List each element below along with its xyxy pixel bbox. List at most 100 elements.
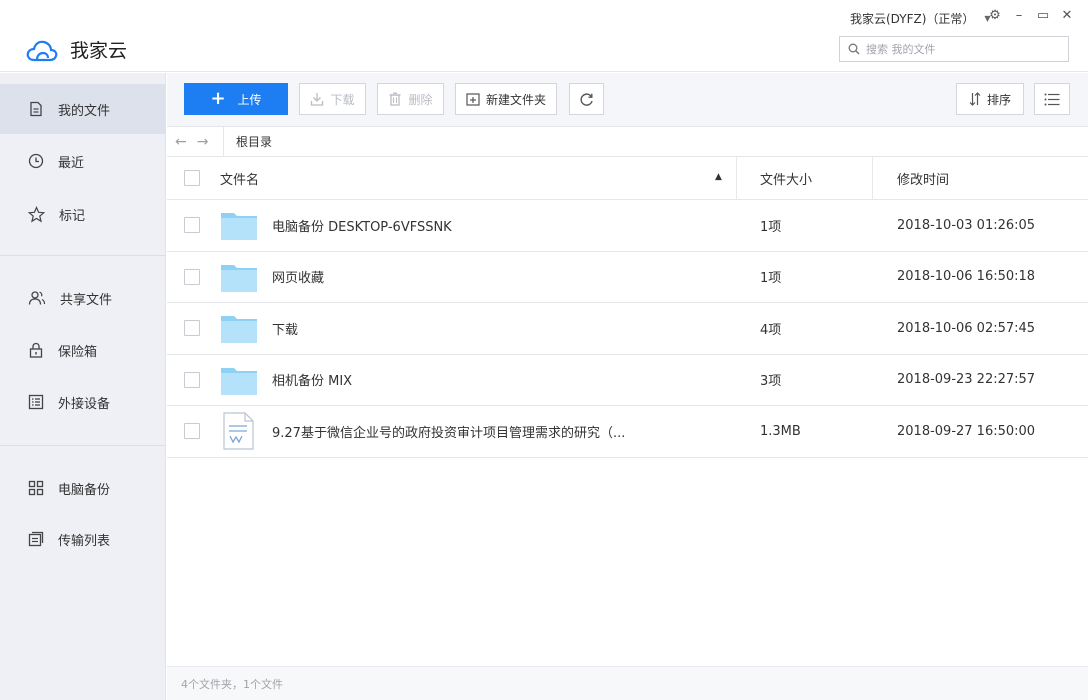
folder-icon [221, 316, 257, 344]
breadcrumb-bar: ← → 根目录 [167, 126, 1088, 157]
list-view-icon [1044, 93, 1060, 105]
sidebar-item-label: 共享文件 [60, 292, 113, 308]
forward-arrow-icon[interactable]: → [197, 134, 209, 150]
header-time[interactable]: 修改时间 [897, 157, 949, 199]
account-menu[interactable]: 我家云(DYFZ)（正常） ▼ [850, 10, 991, 27]
row-checkbox[interactable] [184, 217, 200, 234]
row-size-cell: 3项 [760, 355, 781, 406]
row-checkbox[interactable] [184, 371, 200, 388]
row-check-cell [184, 252, 200, 303]
folder-icon [221, 264, 257, 292]
sidebar-item-recent[interactable]: 最近 [0, 136, 166, 186]
sort-label: 排序 [986, 92, 1011, 107]
refresh-icon [580, 92, 593, 106]
row-time-cell: 2018-10-06 02:57:45 [897, 303, 1035, 354]
row-size-cell: 1.3MB [760, 406, 801, 457]
file-name: 下载 [272, 322, 299, 338]
header-size-label: 文件大小 [760, 172, 813, 188]
row-size-cell: 1项 [760, 252, 781, 303]
maximize-icon[interactable]: ▭ [1036, 8, 1050, 24]
file-size: 1项 [760, 271, 782, 287]
new-folder-icon [466, 93, 480, 106]
list-icon [28, 394, 44, 410]
search-icon [848, 43, 860, 55]
minimize-icon[interactable]: – [1012, 8, 1026, 24]
sidebar-item-starred[interactable]: 标记 [0, 189, 166, 239]
sort-button[interactable]: 排序 [956, 83, 1024, 115]
document-icon [223, 412, 254, 450]
row-checkbox[interactable] [184, 268, 200, 285]
download-button[interactable]: 下载 [299, 83, 366, 115]
upload-button[interactable]: + 上传 [184, 83, 288, 115]
sidebar-item-label: 电脑备份 [58, 482, 111, 498]
view-mode-button[interactable] [1034, 83, 1070, 115]
download-label: 下载 [330, 92, 355, 107]
sort-icon [969, 92, 981, 106]
sidebar-item-my-files[interactable]: 我的文件 [0, 84, 166, 134]
row-name-cell: 9.27基于微信企业号的政府投资审计项目管理需求的研究（... [220, 406, 625, 457]
file-icon [30, 101, 42, 117]
sidebar-item-label: 外接设备 [58, 396, 111, 412]
modified-time: 2018-10-06 16:50:18 [897, 269, 1036, 285]
new-folder-button[interactable]: 新建文件夹 [455, 83, 557, 115]
sidebar-item-external-devices[interactable]: 外接设备 [0, 377, 166, 427]
folder-icon [221, 367, 257, 395]
sidebar-item-label: 最近 [58, 155, 85, 171]
row-size-cell: 4项 [760, 303, 781, 354]
table-row[interactable]: 电脑备份 DESKTOP-6VFSSNK 1项 2018-10-03 01:26… [167, 200, 1088, 252]
account-label: 我家云(DYFZ)（正常） [850, 12, 975, 26]
sidebar-item-vault[interactable]: 保险箱 [0, 325, 166, 375]
row-name-cell: 电脑备份 DESKTOP-6VFSSNK [220, 200, 452, 251]
modified-time: 2018-10-03 01:26:05 [897, 217, 1036, 233]
app-name: 我家云 [70, 40, 128, 62]
sidebar-item-transfer-list[interactable]: 传输列表 [0, 514, 166, 564]
header-time-label: 修改时间 [897, 172, 950, 188]
header-name[interactable]: 文件名 [220, 157, 259, 199]
star-icon [28, 205, 45, 222]
select-all-checkbox[interactable] [184, 170, 200, 186]
back-arrow-icon[interactable]: ← [175, 134, 187, 150]
sidebar-divider [0, 255, 166, 256]
row-time-cell: 2018-10-03 01:26:05 [897, 200, 1035, 251]
sidebar-item-label: 保险箱 [58, 344, 98, 360]
toolbar: + 上传 下载 删除 新建文件夹 排序 [167, 73, 1088, 127]
sort-ascending-icon: ▲ [715, 172, 722, 182]
row-check-cell [184, 406, 200, 457]
row-check-cell [184, 200, 200, 251]
status-bar: 4个文件夹，1个文件 [167, 666, 1088, 700]
row-check-cell [184, 355, 200, 406]
sidebar-item-pc-backup[interactable]: 电脑备份 [0, 463, 166, 513]
settings-gear-icon[interactable]: ⚙ [988, 8, 1002, 24]
file-name: 网页收藏 [272, 271, 325, 287]
row-time-cell: 2018-09-23 22:27:57 [897, 355, 1035, 406]
plus-icon: + [210, 88, 226, 109]
file-name: 9.27基于微信企业号的政府投资审计项目管理需求的研究（... [272, 425, 626, 441]
table-row[interactable]: 下载 4项 2018-10-06 02:57:45 [167, 303, 1088, 355]
header-name-label: 文件名 [220, 172, 260, 188]
users-icon [28, 291, 46, 305]
refresh-button[interactable] [569, 83, 604, 115]
modified-time: 2018-09-27 16:50:00 [897, 423, 1036, 439]
modified-time: 2018-09-23 22:27:57 [897, 372, 1036, 388]
modified-time: 2018-10-06 02:57:45 [897, 320, 1036, 336]
lock-icon [29, 342, 43, 358]
sidebar-item-shared[interactable]: 共享文件 [0, 273, 166, 323]
breadcrumb[interactable]: 根目录 [224, 133, 272, 150]
trash-icon [389, 92, 401, 106]
search-box[interactable] [839, 36, 1069, 62]
table-row[interactable]: 9.27基于微信企业号的政府投资审计项目管理需求的研究（... 1.3MB 20… [167, 406, 1088, 458]
delete-button[interactable]: 删除 [377, 83, 444, 115]
row-checkbox[interactable] [184, 320, 200, 337]
new-folder-label: 新建文件夹 [485, 92, 546, 107]
header-size[interactable]: 文件大小 [760, 157, 812, 199]
table-row[interactable]: 相机备份 MIX 3项 2018-09-23 22:27:57 [167, 355, 1088, 406]
row-checkbox[interactable] [184, 423, 200, 440]
grid-icon [28, 480, 44, 496]
table-row[interactable]: 网页收藏 1项 2018-10-06 16:50:18 [167, 252, 1088, 303]
search-input[interactable] [866, 42, 1056, 56]
sidebar: 我的文件 最近 标记 共享文件 保险箱 外接设备 电脑备份 传输列表 [0, 73, 166, 700]
delete-label: 删除 [408, 92, 433, 107]
download-icon [311, 93, 324, 106]
close-icon[interactable]: ✕ [1060, 8, 1074, 24]
cloud-logo-icon [26, 40, 58, 61]
